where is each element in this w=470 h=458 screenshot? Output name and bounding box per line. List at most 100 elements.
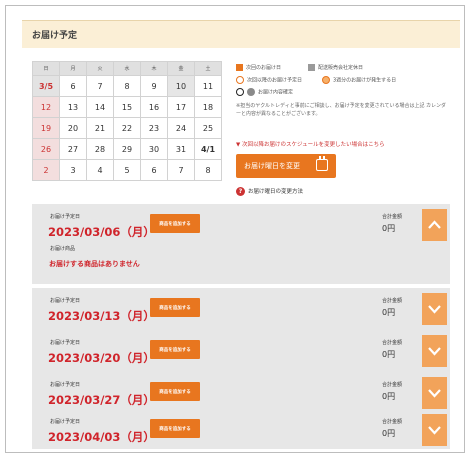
calendar-day: 28 (86, 138, 114, 160)
calendar-week: 2 3 4 5 6 7 8 (32, 159, 222, 181)
calendar-day: 20 (59, 117, 87, 139)
delivery-card: お届け予定日 2023/04/03（月） 商品を追加する 合計金額 0円 (32, 409, 450, 449)
gray-square-icon (308, 64, 315, 71)
weekday-sun: 日 (32, 61, 60, 76)
delivery-date: 2023/03/27（月） (48, 393, 155, 407)
add-product-button[interactable]: 商品を追加する (150, 419, 200, 438)
calendar-day: 3 (59, 159, 87, 181)
legend-row: 次回のお届け日 配送販売会社定休日 (236, 62, 456, 74)
delivery-date-label: お届け予定日 (50, 298, 81, 304)
total-amount: 0円 (382, 429, 396, 438)
delivery-date-label: お届け予定日 (50, 340, 81, 346)
help-link-text[interactable]: お届け曜日の変更方法 (248, 189, 303, 195)
calendar-day: 13 (59, 96, 87, 118)
chevron-down-icon (428, 305, 441, 314)
calendar-day: 3/5 (32, 75, 60, 97)
black-circle-icon (236, 88, 244, 96)
calendar-day: 15 (113, 96, 141, 118)
legend-note: ※担当のヤクルトレディと事前にご相談し、お届け予定を変更されている場合は上記 カ… (236, 103, 447, 117)
legend-label: 次回のお届け日 (246, 65, 282, 71)
change-schedule-link[interactable]: ▼ 次回以降お届けのスケジュールを変更したい場合はこちら (236, 140, 385, 148)
question-icon: ? (236, 187, 245, 196)
weekday-sat: 土 (194, 61, 222, 76)
calendar-day: 17 (167, 96, 195, 118)
delivery-items-label: お届け商品 (50, 246, 76, 252)
collapse-toggle-button[interactable] (422, 209, 447, 241)
calendar-day: 14 (86, 96, 114, 118)
delivery-schedule-panel: お届け予定 日 月 火 水 木 金 土 3/5 6 7 8 9 10 11 12… (5, 5, 465, 453)
chevron-down-icon (428, 347, 441, 356)
total-amount: 0円 (382, 392, 396, 401)
calendar-day: 24 (167, 117, 195, 139)
add-product-button[interactable]: 商品を追加する (150, 214, 200, 233)
orange-square-icon (236, 64, 243, 71)
chevron-up-icon (428, 220, 441, 229)
delivery-card: お届け予定日 2023/03/20（月） 商品を追加する 合計金額 0円 (32, 330, 450, 372)
add-product-button[interactable]: 商品を追加する (150, 340, 200, 359)
legend-label: 次回以降のお届け予定日 (247, 77, 303, 84)
calendar-day: 16 (140, 96, 168, 118)
expand-toggle-button[interactable] (422, 414, 447, 446)
legend-label: 配送販売会社定休日 (318, 65, 364, 71)
calendar-weekday-row: 日 月 火 水 木 金 土 (32, 61, 222, 76)
calendar-week: 19 20 21 22 23 24 25 (32, 117, 222, 139)
calendar-day: 25 (194, 117, 222, 139)
total-amount-label: 合計金額 (382, 340, 403, 346)
calendar-day: 29 (113, 138, 141, 160)
expand-toggle-button[interactable] (422, 293, 447, 325)
calendar-day: 7 (167, 159, 195, 181)
weekday-wed: 水 (113, 61, 141, 76)
total-amount: 0円 (382, 224, 396, 233)
total-amount-label: 合計金額 (382, 419, 403, 425)
delivery-date-label: お届け予定日 (50, 419, 81, 425)
calendar-day: 18 (194, 96, 222, 118)
expand-toggle-button[interactable] (422, 377, 447, 409)
calendar-day: 27 (59, 138, 87, 160)
weekday-thu: 木 (140, 61, 168, 76)
calendar-legend: 次回のお届け日 配送販売会社定休日 次回以降のお届け予定日 3週分のお届けが発生… (236, 62, 456, 196)
section-header: お届け予定 (22, 20, 460, 48)
calendar-day: 5 (113, 159, 141, 181)
delivery-items-empty: お届けする商品はありません (49, 260, 140, 268)
change-schedule-link-text[interactable]: 次回以降お届けのスケジュールを変更したい場合はこちら (242, 142, 385, 148)
legend-next-delivery: 次回のお届け日 (236, 64, 281, 71)
total-amount-label: 合計金額 (382, 298, 403, 304)
calendar-week: 12 13 14 15 16 17 18 (32, 96, 222, 118)
calendar-day: 6 (140, 159, 168, 181)
calendar-day: 4/1 (194, 138, 222, 160)
legend-extra-fee: 3週分のお届けが発生する日 (322, 76, 396, 84)
add-product-button[interactable]: 商品を追加する (150, 382, 200, 401)
help-link[interactable]: ? お届け曜日の変更方法 (236, 187, 303, 196)
legend-label: お届け内容確定 (258, 89, 294, 96)
total-amount: 0円 (382, 350, 396, 359)
calendar-day: 11 (194, 75, 222, 97)
delivery-card: お届け予定日 2023/03/06（月） 商品を追加する 合計金額 0円 お届け… (32, 204, 450, 284)
delivery-date-label: お届け予定日 (50, 382, 81, 388)
delivery-date: 2023/03/13（月） (48, 309, 155, 323)
expand-toggle-button[interactable] (422, 335, 447, 367)
calendar-icon (316, 156, 328, 171)
legend-partner-holiday: 配送販売会社定休日 (308, 64, 363, 71)
calendar-day: 31 (167, 138, 195, 160)
weekday-mon: 月 (59, 61, 87, 76)
change-delivery-day-button[interactable]: お届け曜日を変更 (236, 154, 336, 178)
delivery-calendar: 日 月 火 水 木 金 土 3/5 6 7 8 9 10 11 12 13 14… (32, 61, 222, 181)
calendar-day: 7 (86, 75, 114, 97)
delivery-card: お届け予定日 2023/03/27（月） 商品を追加する 合計金額 0円 (32, 372, 450, 414)
chevron-down-icon (428, 426, 441, 435)
calendar-day: 22 (113, 117, 141, 139)
weekday-fri: 金 (167, 61, 195, 76)
calendar-day: 8 (113, 75, 141, 97)
add-product-button[interactable]: 商品を追加する (150, 298, 200, 317)
calendar-day: 23 (140, 117, 168, 139)
calendar-day: 2 (32, 159, 60, 181)
page-title: お届け予定 (32, 31, 78, 41)
delivery-date-label: お届け予定日 (50, 214, 81, 220)
delivery-card: お届け予定日 2023/03/13（月） 商品を追加する 合計金額 0円 (32, 288, 450, 330)
delivery-date: 2023/04/03（月） (48, 430, 155, 444)
legend-row: お届け内容確定 (236, 86, 456, 98)
calendar-day: 10 (167, 75, 195, 97)
chevron-down-icon (428, 389, 441, 398)
gray-circle-icon (247, 88, 255, 96)
orange-circle-icon (236, 76, 244, 84)
